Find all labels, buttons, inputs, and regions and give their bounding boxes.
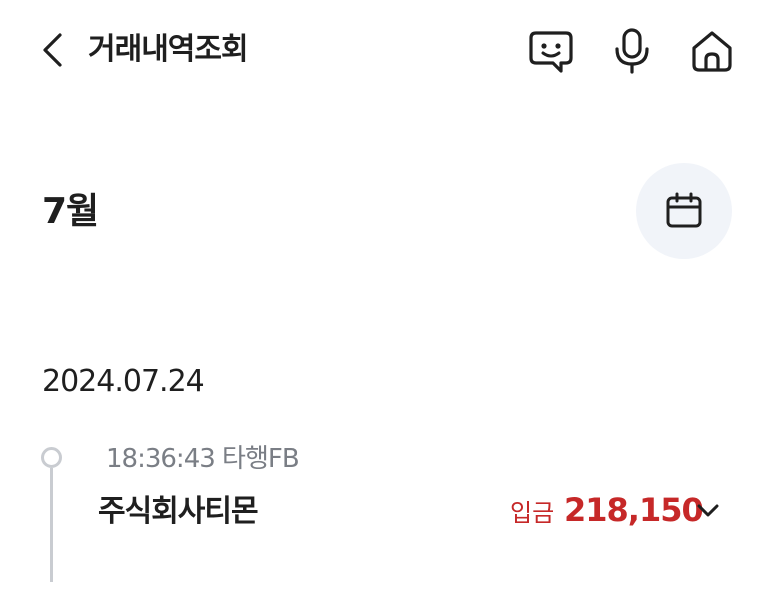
top-app-bar: 거래내역조회 (0, 0, 773, 100)
timeline-dot (41, 447, 62, 468)
timeline-line (50, 468, 53, 582)
home-icon (692, 31, 732, 72)
microphone-icon (615, 28, 649, 74)
transaction-time: 18:36:43 (106, 444, 216, 474)
chatbot-icon (529, 31, 573, 73)
chevron-down-icon (697, 504, 719, 517)
month-heading: 7월 (42, 191, 99, 232)
chatbot-button[interactable] (525, 26, 577, 76)
page-title: 거래내역조회 (88, 32, 249, 67)
transaction-bank: 타행FB (222, 444, 300, 474)
date-group-heading: 2024.07.24 (42, 364, 205, 399)
home-button[interactable] (686, 26, 738, 76)
calendar-icon (666, 192, 702, 228)
back-button[interactable] (34, 28, 70, 72)
calendar-button[interactable] (636, 163, 732, 259)
expand-transaction-button[interactable] (690, 496, 726, 526)
transaction-meta: 18:36:43 타행FB (106, 442, 300, 476)
transaction-counterparty: 주식회사티몬 (98, 494, 259, 529)
transaction-type-label: 입금 (510, 499, 555, 527)
voice-search-button[interactable] (606, 26, 658, 76)
transaction-amount: 218,150 (564, 491, 704, 529)
back-chevron-icon (43, 33, 62, 67)
